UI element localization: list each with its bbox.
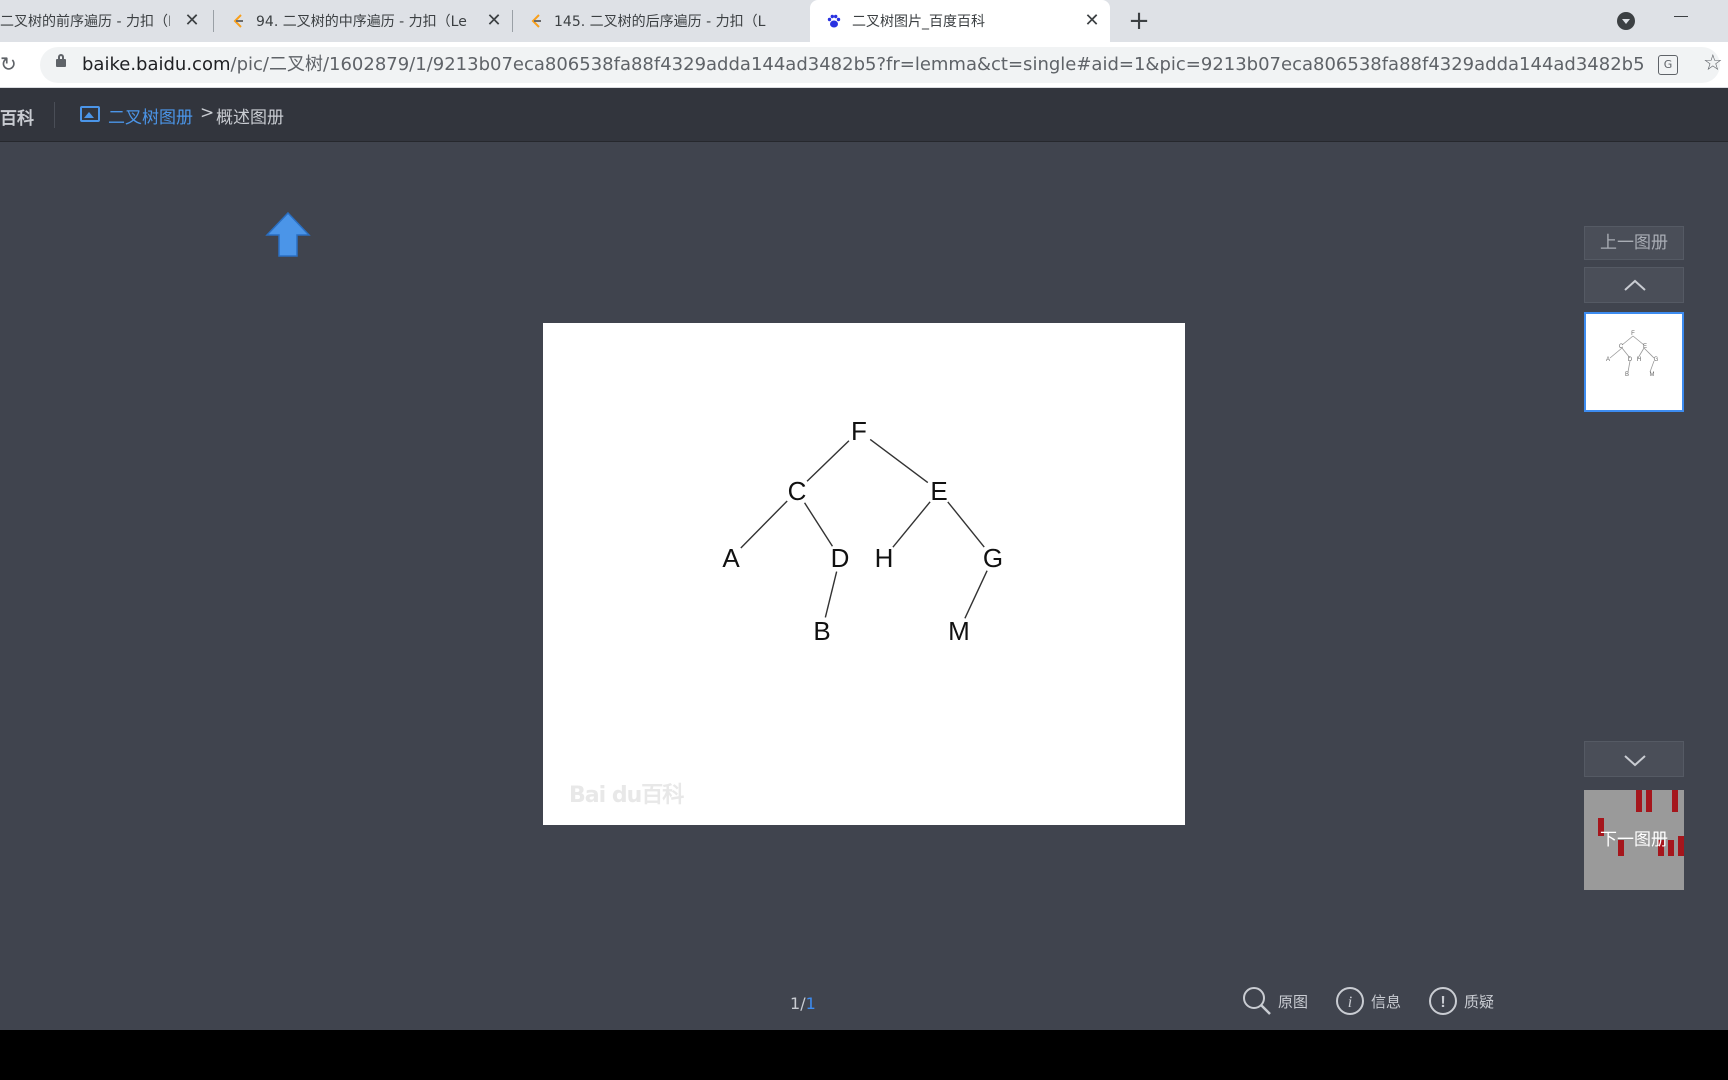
- tab-preorder[interactable]: 二叉树的前序遍历 - 力扣（L ✕: [0, 0, 210, 42]
- tree-edge-c-a: [740, 500, 788, 549]
- header-divider: [54, 102, 55, 128]
- page-indicator: 1/1: [790, 994, 816, 1013]
- breadcrumb-separator: >: [200, 103, 215, 123]
- info-label: 信息: [1371, 992, 1402, 1011]
- screen-bottom-edge: [0, 1030, 1728, 1080]
- tree-node-g: G: [983, 543, 1003, 573]
- magnifier-icon: [1243, 987, 1271, 1015]
- thumbnail-tree: F C E A DH G B M: [1606, 331, 1659, 378]
- prev-album-button[interactable]: 上一图册: [1584, 226, 1684, 260]
- svg-text:A: A: [1606, 357, 1610, 363]
- close-icon[interactable]: ✕: [484, 11, 504, 31]
- tab-baike-active[interactable]: 二叉树图片_百度百科 ✕: [810, 0, 1110, 42]
- tree-edge-d-b: [824, 571, 838, 618]
- bookmark-star-icon[interactable]: ☆: [1703, 53, 1723, 75]
- minimize-icon[interactable]: [1674, 16, 1688, 17]
- svg-text:E: E: [1643, 344, 1647, 350]
- up-arrow-icon[interactable]: [264, 210, 312, 258]
- translate-icon[interactable]: G: [1658, 55, 1678, 75]
- breadcrumb-album-link[interactable]: 二叉树图册: [108, 103, 193, 128]
- baike-logo[interactable]: 百科: [0, 104, 34, 129]
- url-text[interactable]: baike.baidu.com/pic/二叉树/1602879/1/9213b0…: [82, 47, 1645, 83]
- browser-toolbar: ↻ baike.baidu.com/pic/二叉树/1602879/1/9213…: [0, 42, 1728, 88]
- url-path: /pic/二叉树/1602879/1/9213b07eca806538fa88f…: [230, 54, 1645, 75]
- svg-text:F: F: [1631, 331, 1635, 337]
- next-album-label: 下一图册: [1600, 830, 1668, 850]
- close-icon[interactable]: ✕: [1082, 11, 1102, 31]
- chevron-down-icon: [1624, 755, 1646, 767]
- svg-text:i: i: [1348, 994, 1352, 1011]
- tab-title: 94. 二叉树的中序遍历 - 力扣（Le: [256, 14, 467, 30]
- tree-edge-c-d: [803, 502, 834, 547]
- baidu-paw-icon: [827, 14, 841, 28]
- tab-separator: [512, 10, 513, 32]
- page-total: 1: [805, 994, 816, 1013]
- svg-text:C: C: [1619, 344, 1624, 350]
- chevron-up-icon: [1624, 279, 1646, 291]
- svg-text:M: M: [1650, 372, 1655, 378]
- address-bar[interactable]: baike.baidu.com/pic/二叉树/1602879/1/9213b0…: [40, 47, 1723, 83]
- tree-node-h: H: [875, 543, 894, 573]
- tree-node-d: D: [831, 543, 850, 573]
- reload-icon[interactable]: ↻: [0, 54, 20, 74]
- tree-edge-e-g: [947, 501, 985, 548]
- tab-title: 二叉树的前序遍历 - 力扣（L: [0, 14, 170, 30]
- album-icon: [80, 106, 100, 122]
- tab-title: 145. 二叉树的后序遍历 - 力扣（L: [554, 14, 766, 30]
- lock-icon[interactable]: [56, 54, 66, 67]
- tab-inorder[interactable]: 94. 二叉树的中序遍历 - 力扣（Le ✕: [222, 0, 512, 42]
- svg-text:H: H: [1637, 357, 1641, 363]
- tab-postorder[interactable]: 145. 二叉树的后序遍历 - 力扣（L: [520, 0, 810, 42]
- svg-text:D: D: [1628, 357, 1633, 363]
- svg-text:!: !: [1440, 994, 1445, 1011]
- baike-header: 百科 二叉树图册 > 概述图册: [0, 88, 1728, 142]
- leetcode-icon: [233, 14, 243, 28]
- page-current: 1: [790, 994, 801, 1013]
- close-icon[interactable]: ✕: [182, 11, 202, 31]
- info-button[interactable]: i 信息: [1335, 984, 1401, 1018]
- tree-edge-g-m: [964, 570, 988, 619]
- report-button[interactable]: ! 质疑: [1428, 984, 1494, 1018]
- report-label: 质疑: [1464, 992, 1495, 1011]
- binary-tree-diagram: F C E A D H G B M: [722, 416, 1003, 646]
- svg-text:B: B: [1625, 372, 1629, 378]
- tab-title: 二叉树图片_百度百科: [852, 14, 985, 30]
- main-image[interactable]: F C E A DH G B M Bai du百科: [543, 323, 1185, 825]
- tree-edge-f-e: [869, 438, 929, 484]
- tree-node-f: F: [851, 416, 867, 446]
- new-tab-plus-icon[interactable]: +: [1124, 6, 1154, 36]
- original-image-button[interactable]: 原图: [1242, 984, 1308, 1018]
- tree-node-b: B: [813, 616, 830, 646]
- tree-node-c: C: [788, 476, 807, 506]
- svg-text:G: G: [1654, 357, 1659, 363]
- current-thumbnail[interactable]: F C E A DH G B M: [1584, 312, 1684, 412]
- scroll-down-button[interactable]: [1584, 741, 1684, 777]
- leetcode-icon: [531, 14, 541, 28]
- tree-edge-f-c: [806, 440, 850, 482]
- tab-separator: [213, 10, 214, 32]
- tab-search-icon[interactable]: [1617, 12, 1635, 30]
- next-album-thumbnail[interactable]: 下一图册: [1584, 790, 1684, 890]
- exclamation-icon: !: [1429, 987, 1457, 1015]
- info-icon: i: [1336, 987, 1364, 1015]
- baidu-watermark: Bai du百科: [569, 783, 684, 808]
- image-viewer: FCEADHGBM Bai du百科 上一图册 FCE ADHG BM 下一图册…: [0, 142, 1728, 1030]
- tree-node-m: M: [948, 616, 970, 646]
- scroll-up-button[interactable]: [1584, 267, 1684, 303]
- tree-node-e: E: [930, 476, 947, 506]
- breadcrumb-current: 概述图册: [216, 108, 284, 128]
- original-image-label: 原图: [1278, 992, 1309, 1011]
- tree-edge-e-h: [892, 501, 931, 548]
- url-host: baike.baidu.com: [82, 54, 231, 75]
- tab-strip: 二叉树的前序遍历 - 力扣（L ✕ 94. 二叉树的中序遍历 - 力扣（Le ✕…: [0, 0, 1728, 42]
- tree-node-a: A: [722, 543, 740, 573]
